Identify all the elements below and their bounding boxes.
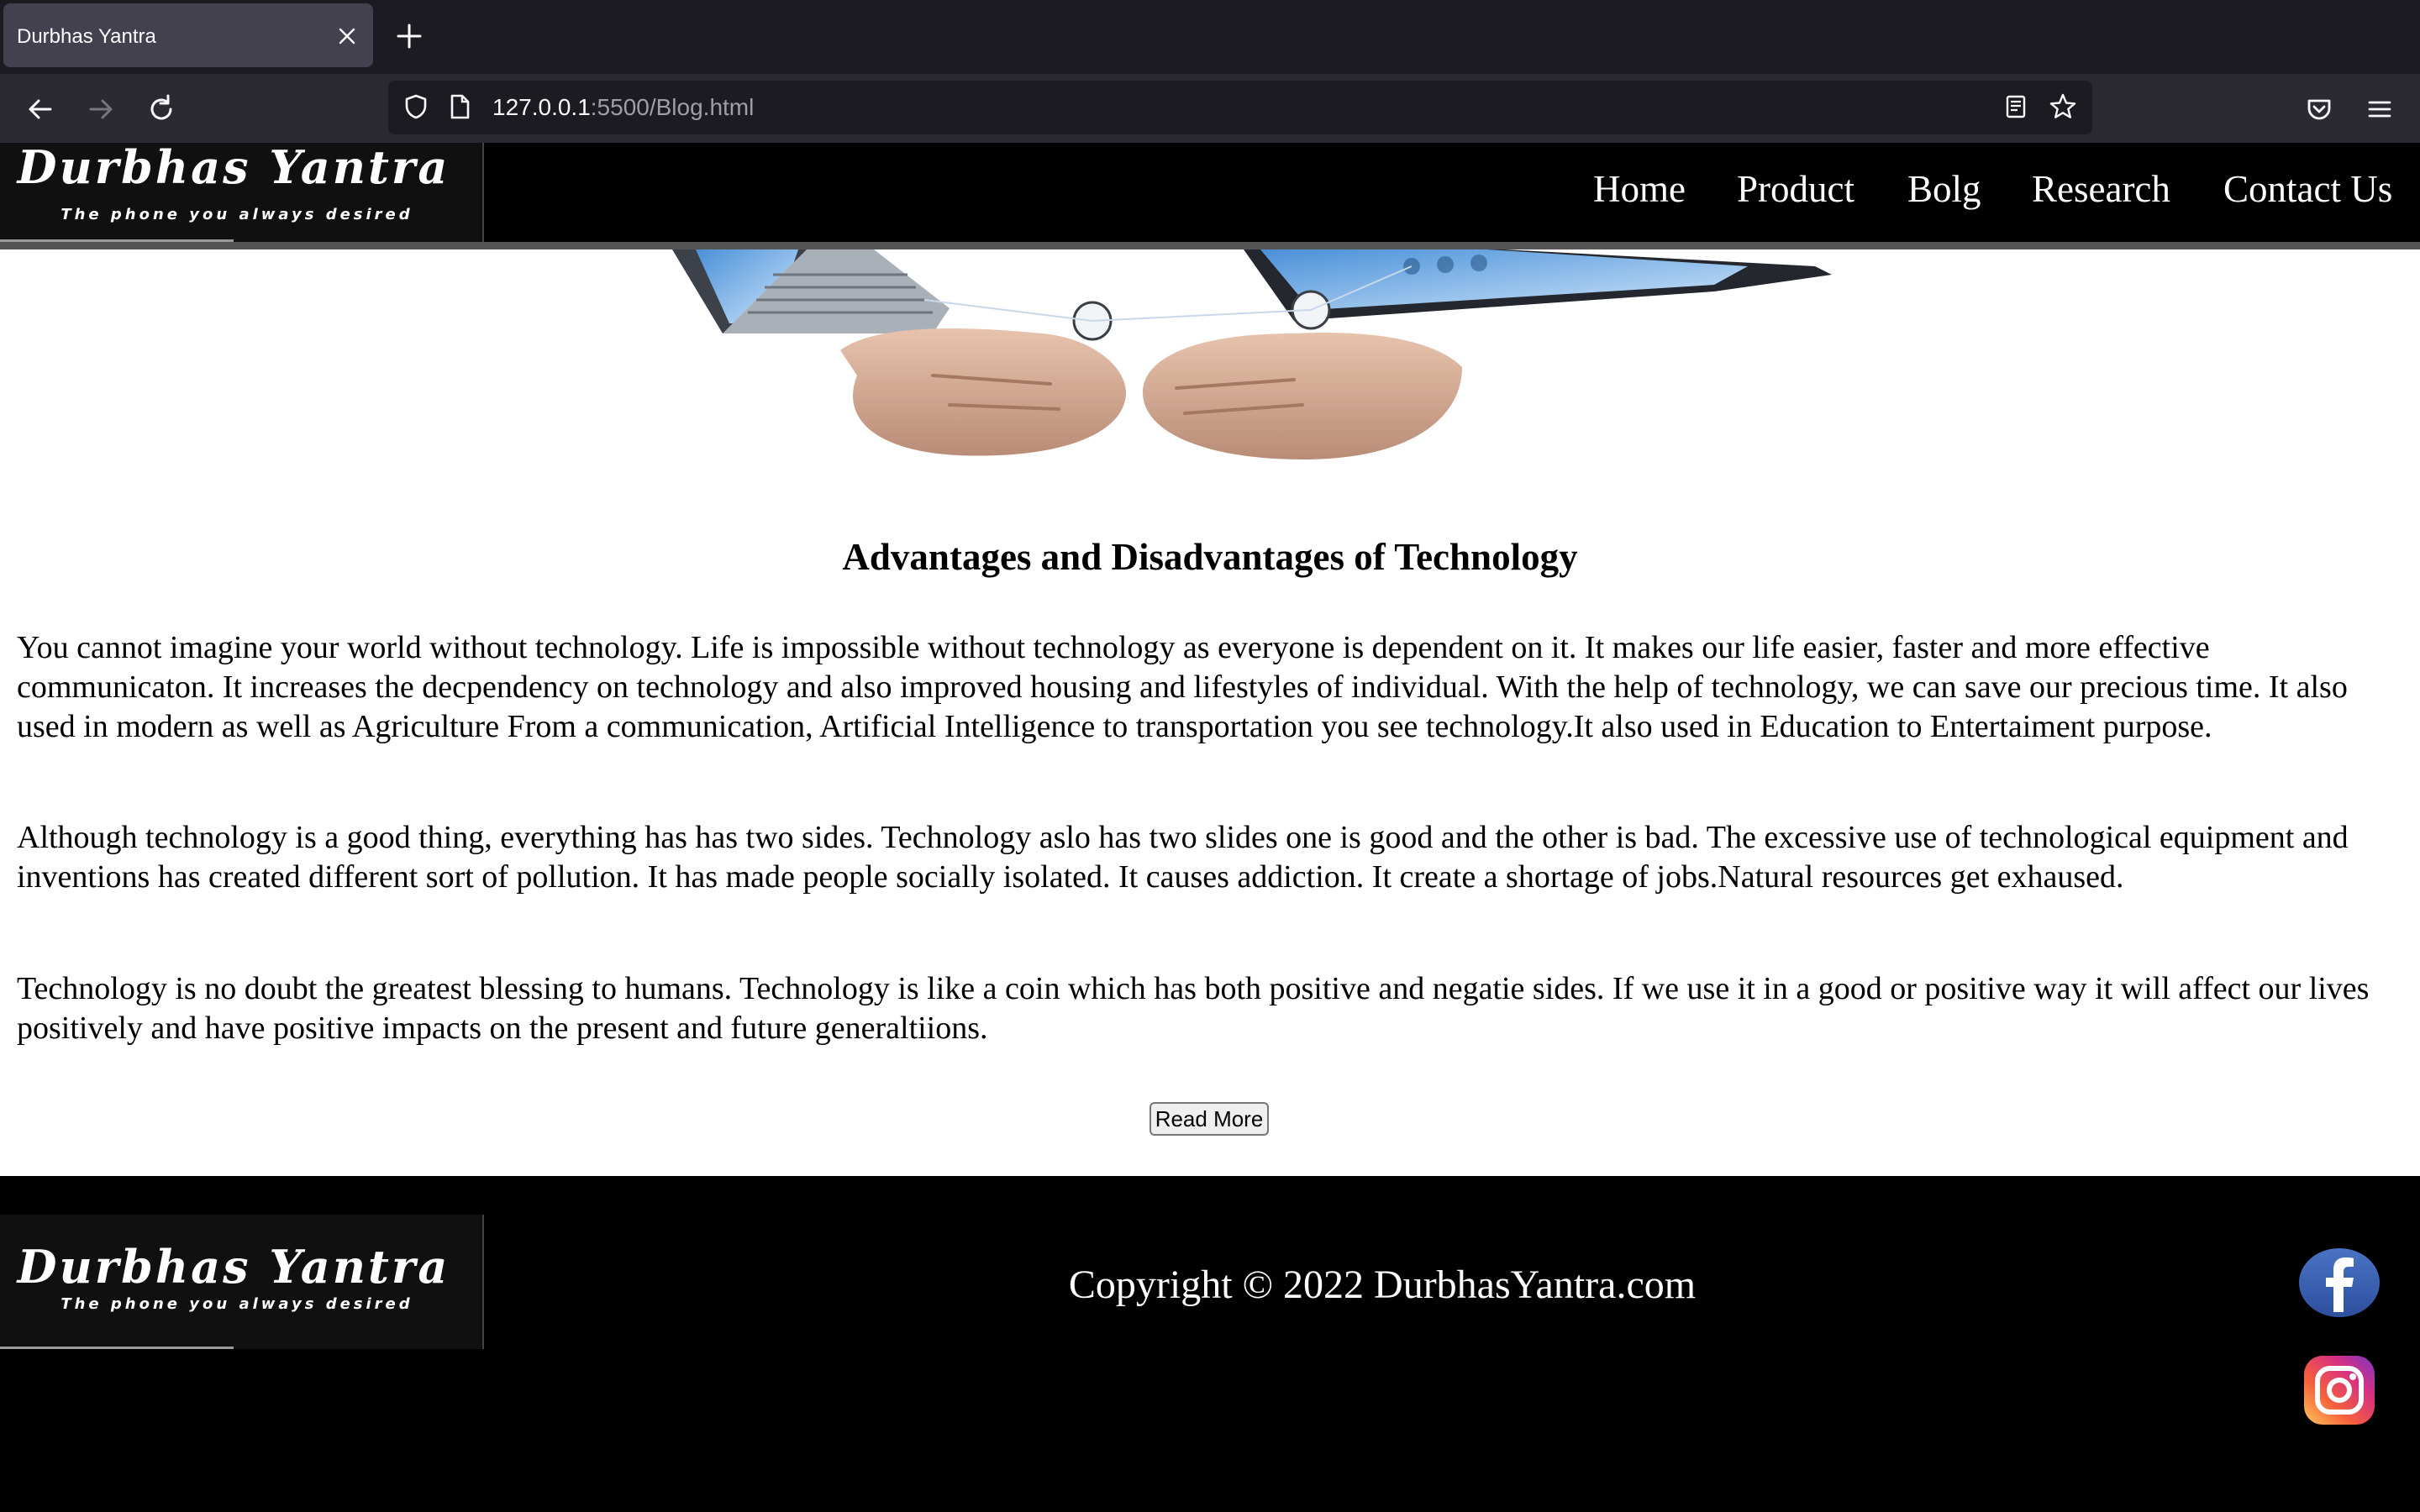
nav-contact-us[interactable]: Contact Us xyxy=(2223,143,2392,239)
url-text[interactable]: 127.0.0.1:5500/Blog.html xyxy=(492,81,754,134)
main-content: Advantages and Disadvantages of Technolo… xyxy=(0,249,2420,1176)
browser-toolbar: 127.0.0.1:5500/Blog.html xyxy=(0,74,2420,143)
hamburger-menu-icon[interactable] xyxy=(2363,92,2396,126)
footer-logo-underline xyxy=(0,1347,234,1349)
article-title: Advantages and Disadvantages of Technolo… xyxy=(842,536,1578,579)
pocket-icon[interactable] xyxy=(2302,92,2336,126)
shield-icon[interactable] xyxy=(402,92,430,121)
site-header: Durbhas Yantra The phone you always desi… xyxy=(0,143,2420,249)
facebook-icon[interactable] xyxy=(2299,1248,2380,1317)
tab-title: Durbhas Yantra xyxy=(17,25,156,48)
reader-view-icon[interactable] xyxy=(2002,92,2030,121)
url-path: :5500/Blog.html xyxy=(590,94,755,120)
page-icon xyxy=(450,94,470,119)
hero-image xyxy=(672,249,1832,459)
browser-tab[interactable]: Durbhas Yantra xyxy=(3,3,373,67)
article-paragraph: Technology is no doubt the greatest bles… xyxy=(17,971,2370,1046)
address-bar[interactable]: 127.0.0.1:5500/Blog.html xyxy=(388,81,2092,134)
bookmark-star-icon[interactable] xyxy=(2049,92,2077,121)
instagram-icon[interactable] xyxy=(2299,1356,2380,1425)
copyright-text: Copyright © 2022 DurbhasYantra.com xyxy=(1068,1263,1697,1307)
back-icon[interactable] xyxy=(24,92,57,126)
new-tab-icon[interactable] xyxy=(395,22,424,50)
nav-blog[interactable]: Bolg xyxy=(1907,143,1981,239)
forward-icon[interactable] xyxy=(84,92,118,126)
browser-tab-bar: Durbhas Yantra xyxy=(0,0,2420,74)
article-paragraph: Although technology is a good thing, eve… xyxy=(17,820,2349,895)
nav-research[interactable]: Research xyxy=(2032,143,2170,239)
main-nav: Home Product Bolg Research Contact Us xyxy=(0,143,2420,242)
reload-icon[interactable] xyxy=(145,92,178,126)
site-footer: Durbhas Yantra The phone you always desi… xyxy=(0,1176,2420,1512)
read-more-button[interactable]: Read More xyxy=(1150,1102,1269,1136)
url-host: 127.0.0.1 xyxy=(492,94,591,120)
article-paragraph: You cannot imagine your world without te… xyxy=(17,630,2348,744)
nav-home[interactable]: Home xyxy=(1593,143,1686,239)
close-tab-icon[interactable] xyxy=(336,25,358,47)
nav-product[interactable]: Product xyxy=(1737,143,1854,239)
